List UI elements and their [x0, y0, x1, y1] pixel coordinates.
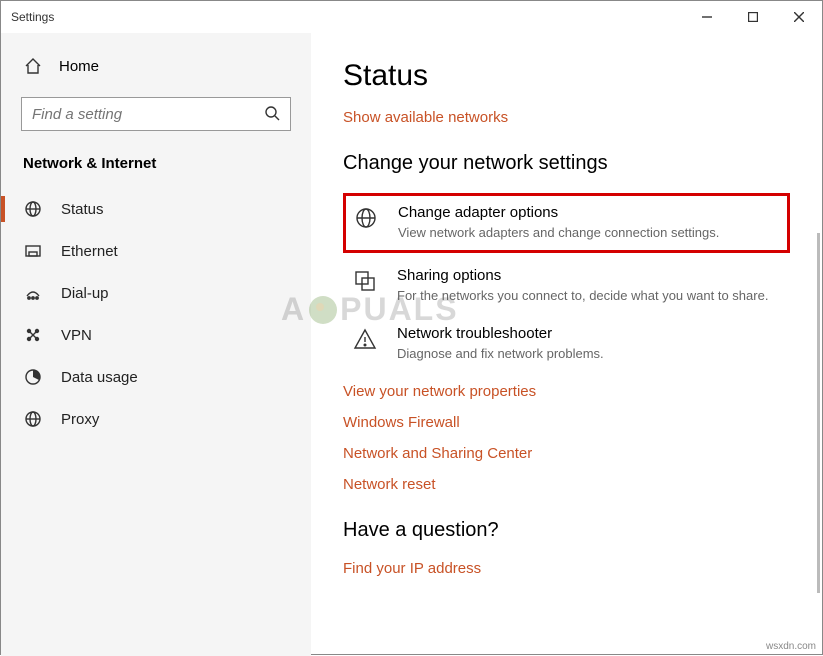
warning-icon [351, 325, 379, 351]
maximize-button[interactable] [730, 1, 776, 33]
vpn-icon [23, 326, 43, 344]
sidebar-category: Network & Internet [1, 149, 311, 188]
sharing-icon [351, 267, 379, 293]
main-area: Home Network & Internet Status Ethernet [1, 33, 822, 656]
option-text: Change adapter options View network adap… [398, 204, 719, 240]
globe-icon [23, 200, 43, 218]
close-button[interactable] [776, 1, 822, 33]
data-usage-icon [23, 368, 43, 386]
home-label: Home [59, 58, 99, 75]
window-controls [684, 1, 822, 33]
sidebar-item-label: Status [61, 201, 104, 218]
option-text: Sharing options For the networks you con… [397, 267, 768, 303]
sidebar-item-ethernet[interactable]: Ethernet [1, 230, 311, 272]
sidebar-item-proxy[interactable]: Proxy [1, 398, 311, 440]
option-desc: Diagnose and fix network problems. [397, 346, 604, 361]
sidebar-item-label: Dial-up [61, 285, 109, 302]
sidebar-item-status[interactable]: Status [1, 188, 311, 230]
footer-note: wsxdn.com [766, 641, 816, 652]
link-show-networks[interactable]: Show available networks [343, 109, 790, 126]
link-network-reset[interactable]: Network reset [343, 476, 790, 493]
sidebar-item-label: Proxy [61, 411, 99, 428]
content-panel: Status Show available networks Change yo… [311, 33, 822, 656]
link-find-ip[interactable]: Find your IP address [343, 560, 790, 577]
option-desc: View network adapters and change connect… [398, 225, 719, 240]
option-change-adapter[interactable]: Change adapter options View network adap… [343, 193, 790, 253]
scrollbar[interactable] [817, 233, 820, 593]
sidebar-item-label: Ethernet [61, 243, 118, 260]
dialup-icon [23, 284, 43, 302]
option-sharing[interactable]: Sharing options For the networks you con… [343, 257, 790, 315]
link-windows-firewall[interactable]: Windows Firewall [343, 414, 790, 431]
adapter-icon [352, 204, 380, 230]
option-text: Network troubleshooter Diagnose and fix … [397, 325, 604, 361]
search-icon [264, 105, 280, 124]
sidebar-item-dialup[interactable]: Dial-up [1, 272, 311, 314]
minimize-button[interactable] [684, 1, 730, 33]
ethernet-icon [23, 242, 43, 260]
window-title: Settings [11, 10, 54, 24]
proxy-icon [23, 410, 43, 428]
search-input[interactable] [32, 106, 264, 123]
option-title: Sharing options [397, 267, 768, 284]
search-box[interactable] [21, 97, 291, 131]
option-title: Network troubleshooter [397, 325, 604, 342]
option-troubleshooter[interactable]: Network troubleshooter Diagnose and fix … [343, 315, 790, 373]
section-heading-change: Change your network settings [343, 152, 790, 175]
sidebar-item-label: VPN [61, 327, 92, 344]
sidebar-item-vpn[interactable]: VPN [1, 314, 311, 356]
link-network-properties[interactable]: View your network properties [343, 383, 790, 400]
option-title: Change adapter options [398, 204, 719, 221]
page-title: Status [343, 59, 790, 93]
option-desc: For the networks you connect to, decide … [397, 288, 768, 303]
section-heading-question: Have a question? [343, 519, 790, 542]
titlebar: Settings [1, 1, 822, 33]
sidebar: Home Network & Internet Status Ethernet [1, 33, 311, 656]
sidebar-item-label: Data usage [61, 369, 138, 386]
sidebar-item-datausage[interactable]: Data usage [1, 356, 311, 398]
link-sharing-center[interactable]: Network and Sharing Center [343, 445, 790, 462]
home-icon [23, 57, 43, 75]
home-nav[interactable]: Home [1, 47, 311, 89]
